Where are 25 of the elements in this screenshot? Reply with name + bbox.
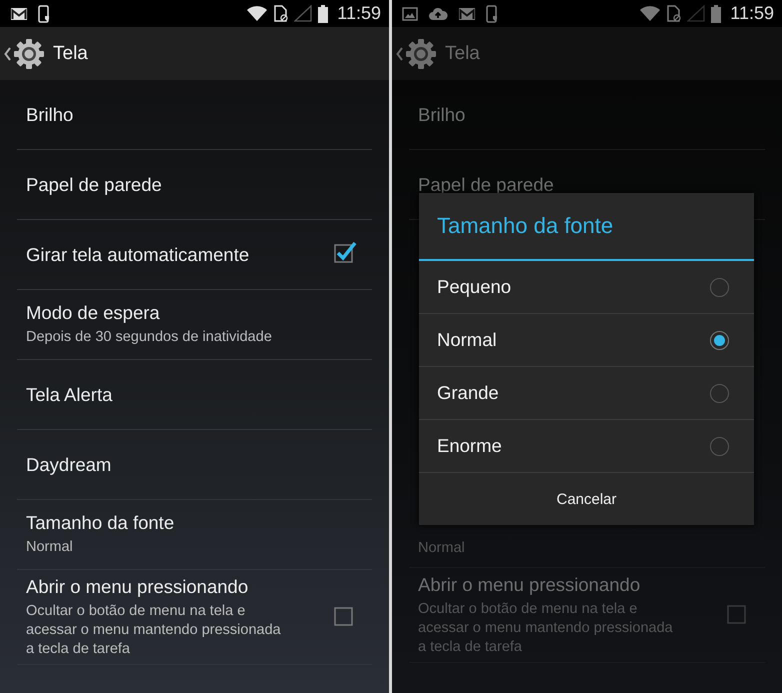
item-title: Papel de parede	[418, 174, 554, 196]
item-title: Brilho	[418, 104, 466, 126]
option-label: Grande	[437, 382, 499, 404]
option-label: Enorme	[437, 435, 502, 457]
item-title: Brilho	[26, 104, 74, 126]
item-title: Papel de parede	[26, 174, 162, 196]
clock: 11:59	[337, 3, 381, 24]
item-summary: Depois de 30 segundos de inatividade	[26, 328, 272, 347]
item-title: Girar tela automaticamente	[26, 244, 250, 266]
item-title: Abrir o menu pressionando	[418, 574, 642, 596]
item-title: Daydream	[26, 454, 112, 476]
screen-title: Tela	[445, 42, 480, 64]
dialog-title: Tamanho da fonte	[419, 193, 754, 261]
option-label: Pequeno	[437, 276, 512, 298]
clock: 11:59	[730, 3, 774, 24]
item-title: Abrir o menu pressionando	[26, 576, 250, 598]
item-summary: Normal	[418, 538, 465, 558]
item-summary: Normal	[26, 538, 74, 557]
item-title: Tamanho da fonte	[26, 512, 174, 534]
item-summary: Ocultar o botão de menu na tela e acessar o menu mantendo pressionada a tecla de tarefa	[26, 602, 282, 658]
screen-title: Tela	[53, 42, 88, 64]
item-title: Modo de espera	[26, 302, 161, 324]
option-label: Normal	[437, 329, 497, 351]
item-summary: Ocultar o botão de menu na tela e acessar o menu mantendo pressionada a tecla de tarefa	[418, 600, 674, 656]
item-title: Tela Alerta	[26, 384, 112, 406]
